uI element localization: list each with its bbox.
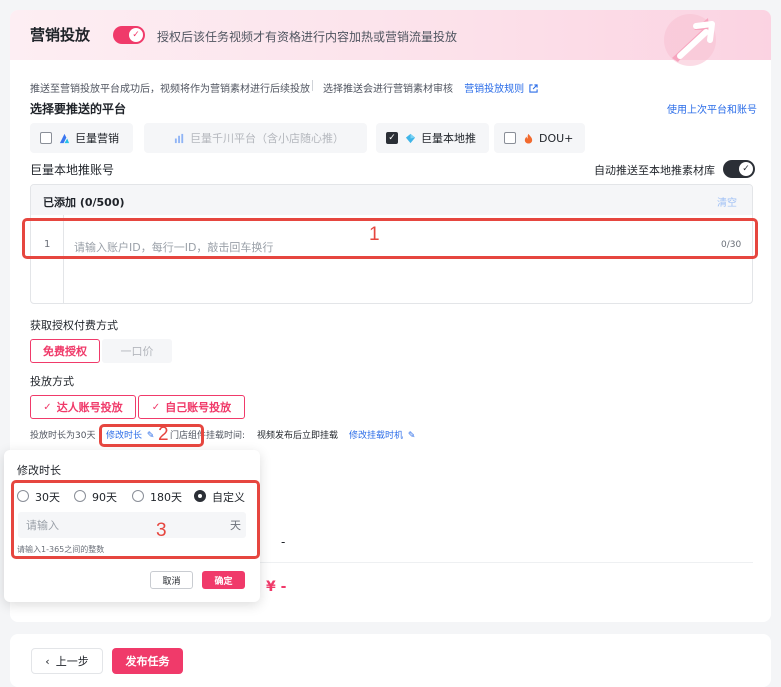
annotation-box-2 [99,424,204,447]
platform-label: 巨量营销 [75,132,119,145]
reuse-last-platform-link[interactable]: 使用上次平台和账号 [667,101,757,116]
info-text: 推送至营销投放平台成功后，视频将作为营销素材进行后续投放 [30,84,310,95]
marketing-header: 营销投放 ✓ 授权后该任务视频才有资格进行内容加热或营销流量投放 [10,10,771,66]
external-link-icon [529,84,539,93]
footer-bar: ‹ 上一步 发布任务 [10,634,771,687]
option-label: 自己账号投放 [165,401,232,414]
rules-link[interactable]: 营销投放规则 [464,84,539,95]
qianchuan-logo-icon [174,133,184,143]
platform-option-qianchuan: 巨量千川平台（含小店随心推） [144,123,367,153]
modify-mount-label: 修改挂载时机 [349,431,404,441]
influencer-account-option[interactable]: ✓ 达人账号投放 [30,395,136,419]
auth-section-label: 获取授权付费方式 [30,319,118,332]
account-section-label: 巨量本地推账号 [30,163,115,177]
cancel-button[interactable]: 取消 [150,571,193,589]
clear-button[interactable]: 清空 [717,194,737,209]
account-list-header: 已添加 (0/500) 清空 [31,185,752,215]
own-account-option[interactable]: ✓ 自己账号投放 [138,395,245,419]
summary-divider [257,562,753,563]
edit-icon: ✎ [407,431,416,441]
platform-label: 巨量本地推 [421,132,476,145]
annotation-number-3: 3 [156,520,167,541]
platform-option-local-push[interactable]: ✓ 巨量本地推 [376,123,489,153]
local-push-logo-icon [405,133,416,143]
annotation-box-3 [11,480,260,559]
platform-option-dou-plus[interactable]: DOU+ [494,123,585,153]
chevron-left-icon: ‹ [45,654,50,668]
checkbox[interactable] [40,132,52,144]
summary-dash: - [281,535,286,549]
auto-push-label: 自动推送至本地推素材库 [594,164,715,177]
platform-section-label: 选择要推送的平台 [30,102,127,116]
auto-push-toggle[interactable]: ✓ [723,160,755,178]
info-divider [312,80,313,91]
ocean-engine-logo-icon [59,133,70,143]
platform-option-ocean-marketing[interactable]: 巨量营销 [30,123,133,153]
marketing-enable-toggle[interactable]: ✓ [113,26,145,44]
annotation-number-2: 2 [158,424,169,445]
page-title: 营销投放 [30,26,91,44]
audit-note: 选择推送会进行营销素材审核 [323,84,453,95]
publish-task-button[interactable]: 发布任务 [112,648,183,674]
back-label: 上一步 [55,655,89,668]
check-icon: ✓ [129,28,143,42]
flame-icon [524,133,533,144]
info-audit-text: 选择推送会进行营销素材审核 营销投放规则 [323,80,539,95]
duration-text: 投放时长为30天 [30,431,96,441]
check-icon: ✓ [739,162,753,176]
platform-label: 巨量千川平台（含小店随心推） [190,132,344,145]
option-label: 达人账号投放 [56,401,123,414]
delivery-section-label: 投放方式 [30,375,74,388]
header-description: 授权后该任务视频才有资格进行内容加热或营销流量投放 [157,30,458,44]
popover-title: 修改时长 [17,464,61,477]
annotation-box-1 [22,218,758,259]
annotation-number-1: 1 [369,224,380,245]
added-count: 已添加 (0/500) [43,196,125,209]
checkbox-checked[interactable]: ✓ [386,132,398,144]
check-icon: ✓ [43,401,52,413]
trend-arrow-decoration-icon [664,14,716,66]
total-price: ¥ - [266,579,287,595]
check-icon: ✓ [151,401,161,413]
fixed-price-option[interactable]: 一口价 [102,339,172,363]
rules-link-label: 营销投放规则 [464,84,525,95]
free-auth-option[interactable]: 免费授权 [30,339,100,363]
modify-mount-link[interactable]: 修改挂载时机 ✎ [349,428,415,441]
confirm-button[interactable]: 确定 [202,571,245,589]
mount-time-value: 视频发布后立即挂载 [257,431,339,441]
back-button[interactable]: ‹ 上一步 [31,648,103,674]
checkbox[interactable] [504,132,516,144]
platform-label: DOU+ [539,131,574,145]
